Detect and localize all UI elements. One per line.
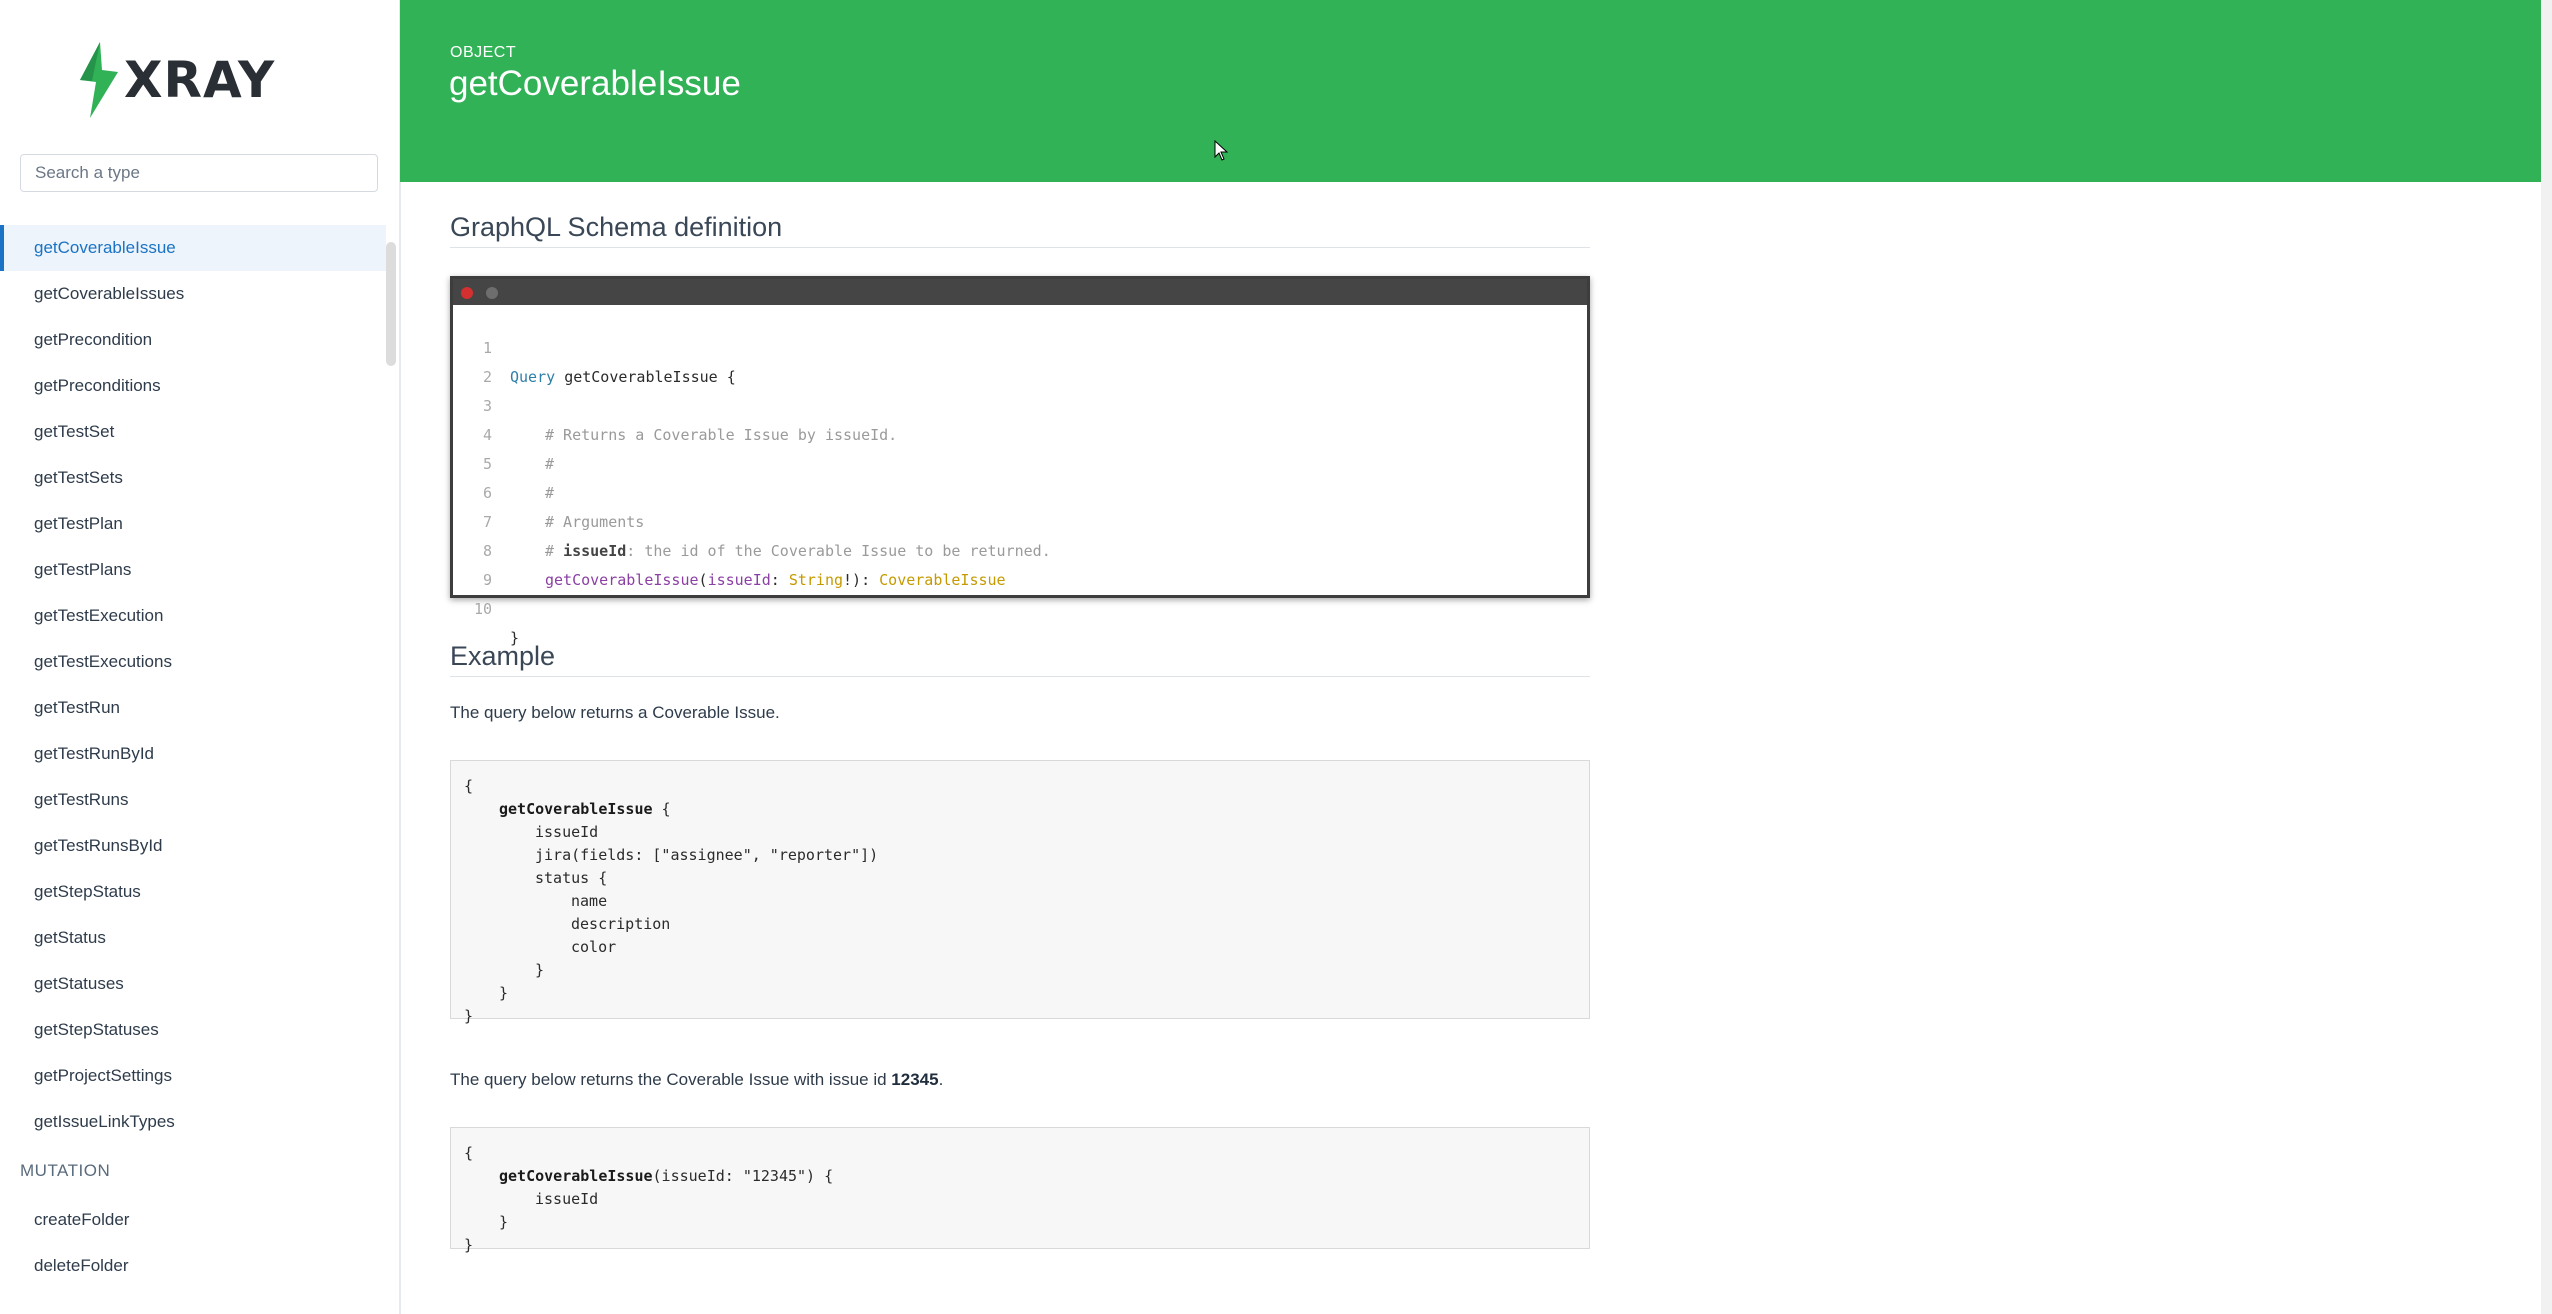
code-line: getCoverableIssue { [499,798,671,821]
logo-text: XRAY [124,51,276,109]
example-heading: Example [450,641,1590,677]
code-line: description [571,915,671,933]
nav-item-gettestrunbyid[interactable]: getTestRunById [0,731,386,777]
code-line: 7 # issueId: the id of the Coverable Iss… [453,479,1587,560]
para2-prefix: The query below returns the Coverable Is… [450,1070,892,1089]
code-line: } [535,961,545,979]
query-field: getCoverableIssue [499,1167,653,1185]
editor-titlebar [453,279,1587,305]
code-line: } [499,984,509,1002]
nav-item-getcoverableissue[interactable]: getCoverableIssue [0,225,386,271]
nav-item-gettestset[interactable]: getTestSet [0,409,386,455]
nav-item-gettestexecutions[interactable]: getTestExecutions [0,639,386,685]
para2-issue-id: 12345 [891,1070,939,1089]
code-line: } [464,1236,474,1254]
code-line: color [571,938,617,956]
query-field: getCoverableIssue [499,800,653,818]
section-label-mutation: MUTATION [20,1161,111,1180]
sidebar: XRAY getCoverableIssue getCoverableIssue… [0,0,401,1314]
code-line: { [464,1144,474,1162]
code-line: 9 [453,537,1587,589]
schema-heading: GraphQL Schema definition [450,212,1590,248]
code-line: issueId [535,1190,599,1208]
nav-item-getprecondition[interactable]: getPrecondition [0,317,386,363]
nav-item-gettestrunsbyid[interactable]: getTestRunsById [0,823,386,869]
code-line: jira(fields: ["assignee", "reporter"]) [535,846,879,864]
code-line: 6 # Arguments [453,450,1587,531]
xray-logo[interactable]: XRAY [78,40,275,120]
nav-item-getprojectsettings[interactable]: getProjectSettings [0,1053,386,1099]
field-suffix: { [652,800,671,818]
code-line: getCoverableIssue(issueId: "12345") { [499,1165,833,1188]
type-kind-label: OBJECT [450,44,517,61]
code-line: 3 # Returns a Coverable Issue by issueId… [453,363,1587,444]
code-line: 10 } [453,566,1587,647]
nav-item-gettestrun[interactable]: getTestRun [0,685,386,731]
page-title: getCoverableIssue [449,64,741,103]
nav-item-gettestplans[interactable]: getTestPlans [0,547,386,593]
example-description-2: The query below returns the Coverable Is… [450,1070,943,1090]
code-line: } [464,1007,474,1025]
lightning-bolt-icon [80,42,118,118]
example-code-block-1: { getCoverableIssue { issueId jira(field… [450,760,1590,1025]
page-scrollbar[interactable] [2541,0,2552,1314]
close-dot-icon [461,287,473,299]
code-line: issueId [535,823,599,841]
code-line: 8 getCoverableIssue(issueId: String!): C… [453,508,1587,589]
search-type-input[interactable] [20,154,378,192]
code-line: { [464,777,474,795]
type-nav-list: getCoverableIssue getCoverableIssues get… [0,225,386,1289]
nav-item-gettestsets[interactable]: getTestSets [0,455,386,501]
nav-item-getstepstatuses[interactable]: getStepStatuses [0,1007,386,1053]
nav-item-gettestplan[interactable]: getTestPlan [0,501,386,547]
nav-item-getstepstatus[interactable]: getStepStatus [0,869,386,915]
nav-item-getissuelinktypes[interactable]: getIssueLinkTypes [0,1099,386,1145]
code-line: 2 [453,334,1587,386]
nav-item-deletefolder[interactable]: deleteFolder [0,1243,386,1289]
nav-item-getstatuses[interactable]: getStatuses [0,961,386,1007]
mouse-cursor-icon [1214,140,1228,161]
code-line: 1 Query getCoverableIssue { [453,305,1587,386]
para2-suffix: . [938,1070,944,1089]
schema-code: 1 Query getCoverableIssue { 2 3 # Return… [453,305,1587,647]
code-line: } [499,1213,509,1231]
nav-item-getpreconditions[interactable]: getPreconditions [0,363,386,409]
minimize-dot-icon [486,287,498,299]
page-header: OBJECT getCoverableIssue [400,0,2541,182]
nav-item-getstatus[interactable]: getStatus [0,915,386,961]
sidebar-scrollbar[interactable] [386,242,396,366]
nav-item-gettestruns[interactable]: getTestRuns [0,777,386,823]
line-number: 10 [473,600,492,618]
nav-item-createfolder[interactable]: createFolder [0,1197,386,1243]
code-line: status { [535,869,608,887]
code-line: 5 # [453,421,1587,502]
field-args: (issueId: "12345") { [652,1167,834,1185]
nav-item-getcoverableissues[interactable]: getCoverableIssues [0,271,386,317]
example-description-1: The query below returns a Coverable Issu… [450,703,780,722]
code-line: 4 # [453,392,1587,473]
nav-item-gettestexecution[interactable]: getTestExecution [0,593,386,639]
code-line: name [571,892,608,910]
example-code-block-2: { getCoverableIssue(issueId: "12345") { … [450,1127,1590,1254]
schema-code-editor: 1 Query getCoverableIssue { 2 3 # Return… [450,276,1590,647]
